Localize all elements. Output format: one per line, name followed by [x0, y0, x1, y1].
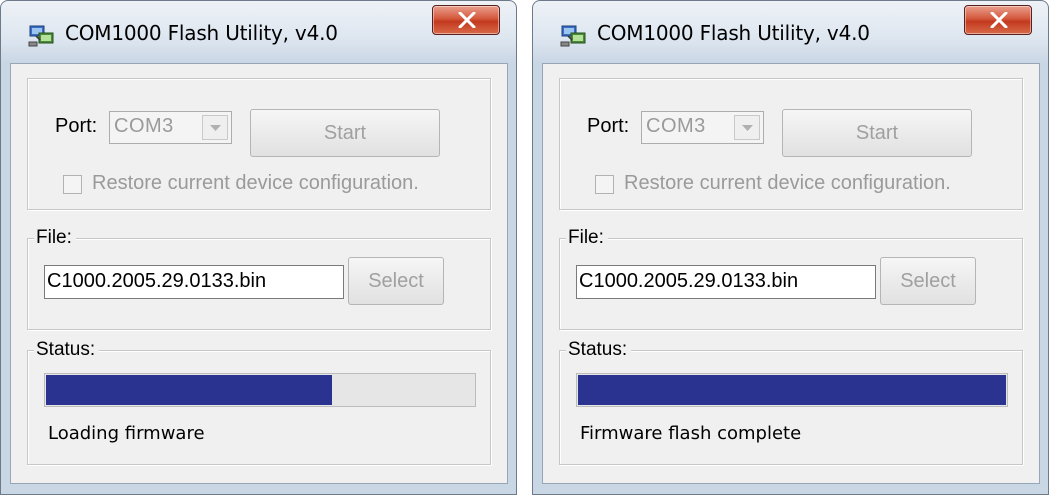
status-message: Loading firmware [48, 423, 205, 444]
status-message: Firmware flash complete [580, 423, 802, 444]
start-button[interactable]: Start [782, 109, 972, 157]
file-path-input[interactable]: C1000.2005.29.0133.bin [44, 265, 344, 299]
file-group: File: C1000.2005.29.0133.bin Select [559, 227, 1023, 330]
progress-bar [44, 373, 476, 407]
port-label: Port: [587, 115, 630, 137]
flash-utility-window-complete: COM1000 Flash Utility, v4.0 Port: COM3 S… [532, 0, 1049, 495]
status-group: Status: Loading firmware [27, 339, 491, 465]
restore-config-checkbox[interactable] [63, 175, 82, 194]
flash-utility-app-icon [27, 22, 57, 48]
file-group-legend: File: [566, 227, 608, 249]
title-bar[interactable]: COM1000 Flash Utility, v4.0 [533, 1, 1048, 63]
port-dropdown-value: COM3 [646, 115, 706, 137]
close-icon [990, 12, 1008, 28]
progress-bar-fill [578, 375, 1006, 405]
close-button[interactable] [432, 5, 500, 35]
dropdown-arrow-button[interactable] [734, 115, 760, 140]
progress-bar-fill [46, 375, 333, 405]
port-group: Port: COM3 Start Restore current device … [559, 78, 1023, 210]
select-file-button[interactable]: Select [880, 257, 976, 305]
chevron-down-icon [210, 125, 221, 131]
progress-bar [576, 373, 1008, 407]
status-group: Status: Firmware flash complete [559, 339, 1023, 465]
window-title: COM1000 Flash Utility, v4.0 [65, 21, 338, 45]
flash-utility-window-loading: COM1000 Flash Utility, v4.0 Port: COM3 S… [0, 0, 517, 495]
file-path-input[interactable]: C1000.2005.29.0133.bin [576, 265, 876, 299]
file-group: File: C1000.2005.29.0133.bin Select [27, 227, 491, 330]
port-dropdown[interactable]: COM3 [641, 111, 764, 144]
close-button[interactable] [964, 5, 1032, 35]
status-group-legend: Status: [34, 339, 100, 361]
flash-utility-app-icon [559, 22, 589, 48]
select-file-button[interactable]: Select [348, 257, 444, 305]
chevron-down-icon [742, 125, 753, 131]
restore-config-label: Restore current device configuration. [92, 172, 419, 194]
restore-config-label: Restore current device configuration. [624, 172, 951, 194]
port-dropdown-value: COM3 [114, 115, 174, 137]
close-icon [458, 12, 476, 28]
window-title: COM1000 Flash Utility, v4.0 [597, 21, 870, 45]
port-group: Port: COM3 Start Restore current device … [27, 78, 491, 210]
dropdown-arrow-button[interactable] [202, 115, 228, 140]
port-dropdown[interactable]: COM3 [109, 111, 232, 144]
title-bar[interactable]: COM1000 Flash Utility, v4.0 [1, 1, 516, 63]
file-group-legend: File: [34, 227, 76, 249]
start-button[interactable]: Start [250, 109, 440, 157]
port-label: Port: [55, 115, 98, 137]
window-client-area: Port: COM3 Start Restore current device … [10, 63, 508, 484]
status-group-legend: Status: [566, 339, 632, 361]
window-client-area: Port: COM3 Start Restore current device … [542, 63, 1040, 484]
restore-config-checkbox[interactable] [595, 175, 614, 194]
